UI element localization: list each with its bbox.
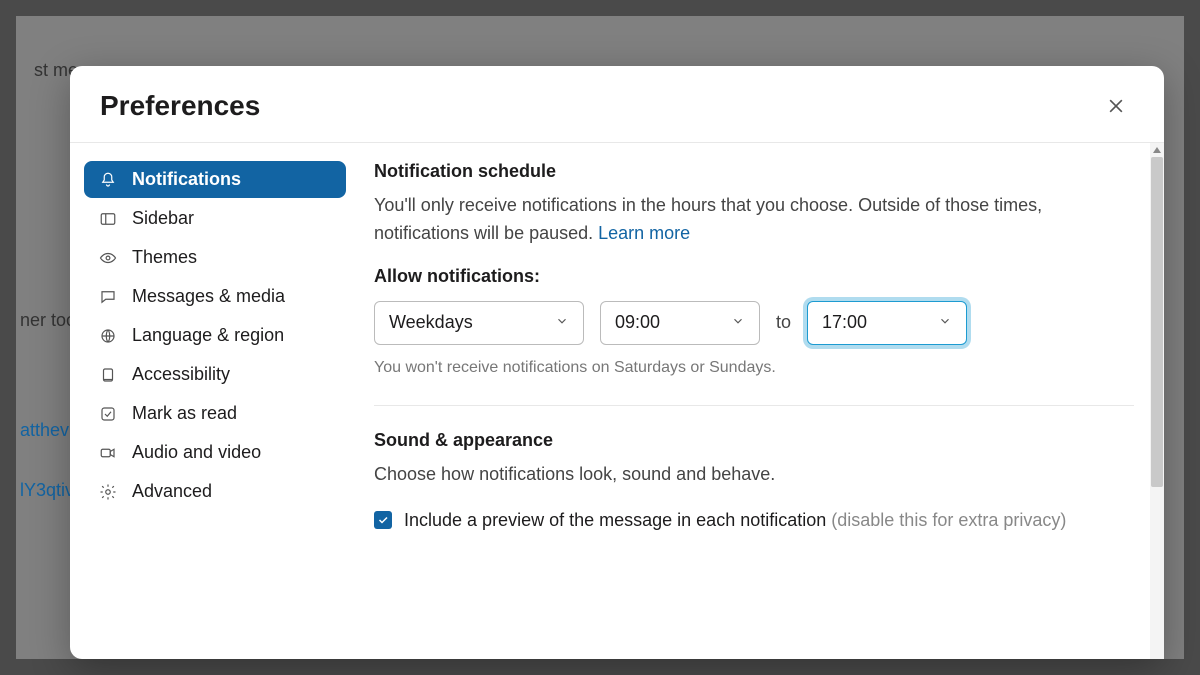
sidebar-item-label: Sidebar (132, 208, 194, 229)
learn-more-link[interactable]: Learn more (598, 223, 690, 243)
sound-appearance-title: Sound & appearance (374, 430, 1134, 451)
preview-checkbox-row: Include a preview of the message in each… (374, 507, 1134, 534)
sidebar-item-audio-video[interactable]: Audio and video (84, 434, 346, 471)
bg-fragment: ner too (20, 310, 76, 331)
sidebar-item-mark-as-read[interactable]: Mark as read (84, 395, 346, 432)
preview-label-hint: (disable this for extra privacy) (831, 510, 1066, 530)
scrollbar-thumb[interactable] (1151, 157, 1163, 487)
chevron-down-icon (731, 312, 745, 333)
sidebar-item-label: Themes (132, 247, 197, 268)
sidebar-icon (98, 209, 118, 229)
check-icon (377, 514, 389, 526)
schedule-hint: You won't receive notifications on Satur… (374, 359, 1134, 377)
sidebar-item-label: Audio and video (132, 442, 261, 463)
chevron-down-icon (555, 312, 569, 333)
sidebar-item-advanced[interactable]: Advanced (84, 473, 346, 510)
sidebar-item-label: Accessibility (132, 364, 230, 385)
modal-body: Notifications Sidebar Themes Messages & … (70, 143, 1164, 659)
sidebar-item-themes[interactable]: Themes (84, 239, 346, 276)
check-square-icon (98, 404, 118, 424)
sidebar-item-label: Mark as read (132, 403, 237, 424)
bell-icon (98, 170, 118, 190)
end-time-value: 17:00 (822, 312, 867, 333)
chevron-down-icon (938, 312, 952, 333)
to-label: to (776, 312, 791, 333)
sidebar-item-label: Language & region (132, 325, 284, 346)
scroll-up-arrow[interactable] (1150, 143, 1164, 157)
accessibility-icon (98, 365, 118, 385)
include-preview-label[interactable]: Include a preview of the message in each… (404, 507, 1066, 534)
section-divider (374, 405, 1134, 406)
bg-fragment: lY3qtiv (20, 480, 74, 501)
days-select[interactable]: Weekdays (374, 301, 584, 345)
notification-schedule-desc: You'll only receive notifications in the… (374, 192, 1134, 248)
sound-appearance-desc: Choose how notifications look, sound and… (374, 461, 1134, 489)
sidebar-item-label: Messages & media (132, 286, 285, 307)
start-time-select[interactable]: 09:00 (600, 301, 760, 345)
preferences-content: Notification schedule You'll only receiv… (360, 143, 1164, 659)
allow-notifications-label: Allow notifications: (374, 266, 1134, 287)
sidebar-item-sidebar[interactable]: Sidebar (84, 200, 346, 237)
preferences-sidebar: Notifications Sidebar Themes Messages & … (70, 143, 360, 659)
modal-title: Preferences (100, 90, 260, 122)
scrollbar[interactable] (1150, 143, 1164, 659)
bg-fragment: atthev (20, 420, 69, 441)
sidebar-item-notifications[interactable]: Notifications (84, 161, 346, 198)
modal-header: Preferences (70, 66, 1164, 143)
schedule-desc-text: You'll only receive notifications in the… (374, 195, 1042, 243)
start-time-value: 09:00 (615, 312, 660, 333)
preview-label-text: Include a preview of the message in each… (404, 510, 831, 530)
eye-icon (98, 248, 118, 268)
gear-icon (98, 482, 118, 502)
sidebar-item-label: Notifications (132, 169, 241, 190)
sidebar-item-language-region[interactable]: Language & region (84, 317, 346, 354)
globe-icon (98, 326, 118, 346)
schedule-row: Weekdays 09:00 to 17:00 (374, 301, 1134, 345)
close-button[interactable] (1098, 88, 1134, 124)
end-time-select[interactable]: 17:00 (807, 301, 967, 345)
video-icon (98, 443, 118, 463)
include-preview-checkbox[interactable] (374, 511, 392, 529)
app-backdrop: st me. ner too atthev lY3qtiv Preference… (0, 0, 1200, 675)
sidebar-item-label: Advanced (132, 481, 212, 502)
chat-icon (98, 287, 118, 307)
notification-schedule-title: Notification schedule (374, 161, 1134, 182)
days-select-value: Weekdays (389, 312, 473, 333)
sidebar-item-messages-media[interactable]: Messages & media (84, 278, 346, 315)
preferences-modal: Preferences Notifications Sidebar Themes (70, 66, 1164, 659)
close-icon (1106, 96, 1126, 116)
sidebar-item-accessibility[interactable]: Accessibility (84, 356, 346, 393)
